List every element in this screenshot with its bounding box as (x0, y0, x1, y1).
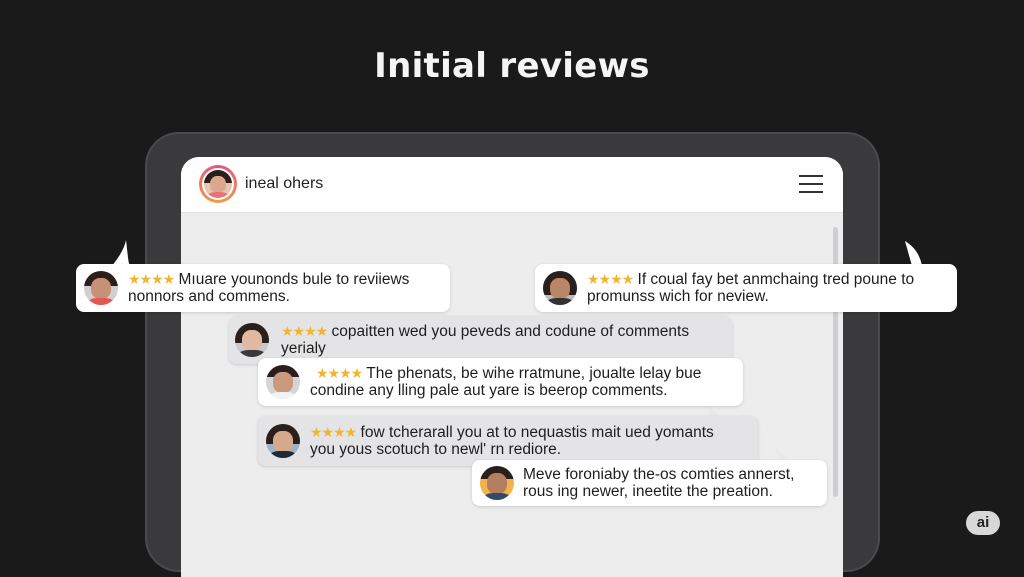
review-text: condine any lling pale aut yare is beero… (310, 382, 668, 399)
review-text: Meve foroniaby the-os comties annerst, (523, 466, 795, 483)
review-text: promunss wich for neview. (587, 288, 769, 305)
reviewer-avatar (543, 271, 577, 305)
reviewer-avatar (84, 271, 118, 305)
review-text: nonnors and commens. (128, 288, 290, 305)
ai-badge: ai (966, 511, 1000, 535)
review-text: Mıuare younonds bule to reviiews (178, 271, 410, 288)
page-title: Initial reviews (374, 46, 650, 86)
star-rating: ★★★★ (310, 424, 357, 440)
app-header: ineal ohers (181, 157, 843, 213)
review-text: fow tcherarall you at to nequastis mait … (360, 424, 714, 441)
review-text: If coual fay bet anmchaing tred poune to (637, 271, 915, 288)
star-rating: ★★★★ (281, 323, 328, 339)
review-card[interactable]: ★★★★ The phenats, be wihe rratmune, joua… (258, 358, 743, 406)
review-text: copaitten wed you peveds and codune of c… (331, 323, 690, 340)
star-rating: ★★★★ (587, 271, 634, 287)
review-text: The phenats, be wihe rratmune, joualte l… (366, 365, 702, 382)
reviewer-avatar (235, 323, 269, 357)
reviewer-avatar (480, 466, 514, 500)
review-card[interactable]: ★★★★ copaitten wed you peveds and codune… (229, 316, 732, 364)
review-text: you yous scotuch to newl' rn rediore. (310, 441, 562, 458)
review-text: yerialy (281, 340, 326, 357)
review-card[interactable]: Meve foroniaby the-os comties annerst, r… (472, 460, 827, 506)
star-rating: ★★★★ (316, 365, 363, 381)
review-text: rous ing newer, ineetite the preation. (523, 483, 773, 500)
profile-avatar[interactable] (199, 165, 237, 203)
profile-name: ineal ohers (245, 175, 324, 192)
reviewer-avatar (266, 365, 300, 399)
review-card[interactable]: ★★★★ Mıuare younonds bule to reviiews no… (76, 264, 450, 312)
star-rating: ★★★★ (128, 271, 175, 287)
reviewer-avatar (266, 424, 300, 458)
hamburger-menu-icon[interactable] (799, 175, 823, 193)
review-card[interactable]: ★★★★ If coual fay bet anmchaing tred pou… (535, 264, 957, 312)
review-card[interactable]: ★★★★ fow tcherarall you at to nequastis … (258, 416, 758, 466)
